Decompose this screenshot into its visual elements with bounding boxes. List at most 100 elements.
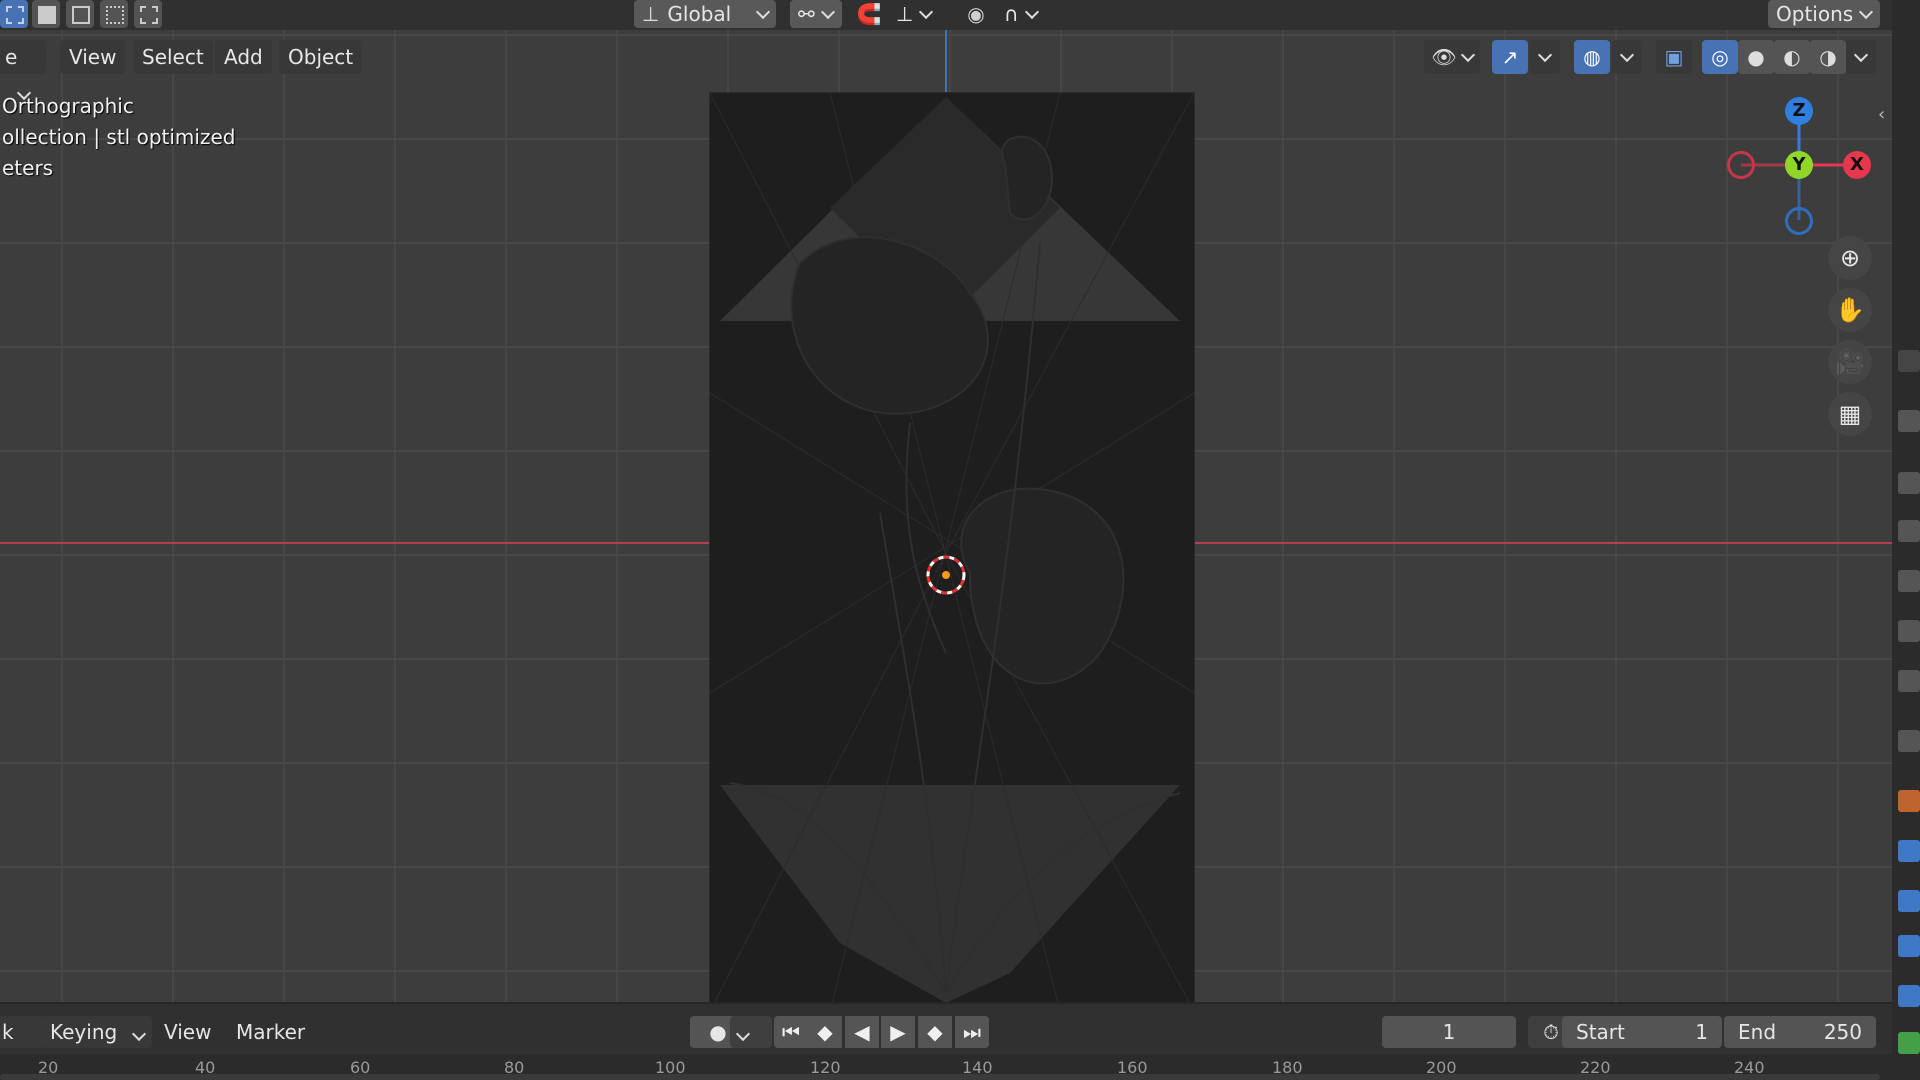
menu-select-label: Select — [142, 45, 204, 69]
xray-icon: ▣ — [1664, 45, 1684, 69]
select-extend-mode-button[interactable] — [32, 0, 60, 28]
transform-orientation-dropdown[interactable]: ⊥ Global — [634, 0, 776, 28]
overlays-toggle-button[interactable]: ◍ — [1574, 40, 1610, 74]
z-label: Z — [1792, 100, 1806, 121]
scene-tab-icon[interactable] — [1898, 570, 1920, 592]
shading-wireframe-button[interactable]: ◎ — [1702, 40, 1738, 74]
collection-tab-icon[interactable] — [1898, 670, 1920, 692]
timeline-scrollbar[interactable] — [0, 1074, 1880, 1080]
snap-toggle-icon[interactable]: 🧲 — [855, 0, 883, 28]
stopwatch-icon: ⏱ — [1543, 1020, 1559, 1044]
keying-dropdown[interactable]: Keying — [42, 1016, 152, 1048]
chevron-down-icon — [919, 4, 934, 19]
gizmo-icon: ↗ — [1501, 45, 1519, 69]
select-intersect-mode-button[interactable] — [134, 0, 162, 28]
world-tab-icon[interactable] — [1898, 620, 1920, 642]
zoom-button[interactable]: ⊕ — [1828, 236, 1872, 280]
proportional-editing-icon[interactable]: ◉ — [962, 0, 990, 28]
chevron-down-icon — [755, 4, 771, 19]
output-tab-icon[interactable] — [1898, 472, 1920, 494]
end-frame-field[interactable]: End 250 — [1724, 1016, 1876, 1048]
menu-select[interactable]: Select — [133, 40, 213, 74]
jump-start-button[interactable]: ⏮ — [774, 1016, 808, 1048]
chevron-down-icon — [1619, 47, 1635, 62]
transform-orientation-label: Global — [667, 2, 732, 26]
mode-selector-dropdown[interactable]: e — [0, 40, 46, 101]
keying-set-dropdown[interactable] — [730, 1016, 772, 1048]
start-value: 1 — [1695, 1020, 1708, 1044]
playback-dropdown[interactable]: k — [0, 1016, 44, 1074]
constraints-tab-icon[interactable] — [1898, 935, 1920, 957]
timeline-ruler[interactable]: 20 40 60 80 100 120 140 160 180 200 220 … — [0, 1054, 1892, 1080]
overlays-dropdown[interactable] — [1612, 40, 1642, 74]
jump-end-icon: ⏭ — [963, 1020, 981, 1044]
view-layer-tab-icon[interactable] — [1898, 520, 1920, 542]
keying-label: Keying — [50, 1020, 118, 1044]
end-value: 250 — [1823, 1020, 1862, 1044]
viewport-header: e View Select Add Object 👁 ↗ ◍ ▣ ◎ ● ◐ ◑ — [0, 30, 1892, 101]
prev-keyframe-icon: ◆ — [817, 1020, 833, 1044]
menu-view-label: View — [69, 45, 117, 69]
render-tab-icon[interactable] — [1898, 410, 1920, 432]
ortho-toggle-button[interactable]: ▦ — [1828, 392, 1872, 436]
zoom-magnifier-icon: ⊕ — [1839, 244, 1861, 272]
data-tab-icon[interactable] — [1898, 985, 1920, 1007]
gizmo-dropdown[interactable] — [1530, 40, 1560, 74]
select-new-mode-button[interactable] — [0, 0, 28, 28]
x-axis-handle[interactable]: X — [1843, 151, 1871, 179]
gizmo-toggle-button[interactable]: ↗ — [1492, 40, 1528, 74]
grid-icon: ▦ — [1838, 400, 1862, 428]
z-axis-handle[interactable]: Z — [1785, 97, 1813, 125]
select-invert-mode-button[interactable] — [100, 0, 128, 28]
visibility-dropdown[interactable]: 👁 — [1424, 40, 1480, 74]
play-reverse-icon: ◀ — [854, 1020, 870, 1044]
start-label: Start — [1576, 1020, 1625, 1044]
timeline-marker-menu[interactable]: Marker — [228, 1016, 313, 1048]
particles-tab-icon[interactable] — [1898, 840, 1920, 862]
current-frame-field[interactable]: 1 — [1382, 1016, 1516, 1048]
camera-icon: 🎥 — [1835, 348, 1865, 376]
3d-viewport[interactable] — [0, 30, 1892, 1002]
y-axis-handle[interactable]: Y — [1785, 151, 1813, 179]
start-frame-field[interactable]: Start 1 — [1562, 1016, 1722, 1048]
playback-label: k — [2, 1020, 14, 1044]
select-subtract-mode-button[interactable] — [66, 0, 94, 28]
chevron-down-icon — [1460, 47, 1475, 62]
options-dropdown[interactable]: Options — [1768, 0, 1880, 28]
neg-x-axis-handle[interactable] — [1727, 151, 1755, 179]
shading-rendered-button[interactable]: ◑ — [1810, 40, 1846, 74]
menu-add[interactable]: Add — [215, 40, 272, 74]
camera-view-button[interactable]: 🎥 — [1828, 340, 1872, 384]
chevron-down-icon — [131, 1026, 146, 1042]
shading-material-button[interactable]: ◐ — [1774, 40, 1810, 74]
xray-toggle-button[interactable]: ▣ — [1656, 40, 1692, 74]
pivot-point-dropdown[interactable]: ⚯ — [790, 0, 842, 28]
play-button[interactable]: ▶ — [881, 1016, 915, 1048]
proportional-falloff-dropdown[interactable]: ∩ — [996, 0, 1052, 28]
neg-z-axis-handle[interactable] — [1785, 207, 1813, 235]
stl-relief-object[interactable] — [709, 92, 1195, 1002]
rendered-sphere-icon: ◑ — [1819, 45, 1837, 69]
jump-end-button[interactable]: ⏭ — [955, 1016, 989, 1048]
pan-button[interactable]: ✋ — [1828, 288, 1872, 332]
shading-dropdown[interactable] — [1846, 40, 1876, 74]
menu-object[interactable]: Object — [279, 40, 363, 74]
units-text: eters — [2, 156, 54, 180]
next-keyframe-button[interactable]: ◆ — [918, 1016, 952, 1048]
end-label: End — [1738, 1020, 1777, 1044]
play-reverse-button[interactable]: ◀ — [845, 1016, 879, 1048]
relief-mesh — [709, 92, 1195, 1002]
timeline-view-menu[interactable]: View — [156, 1016, 219, 1048]
record-dot-icon: ● — [709, 1020, 727, 1044]
menu-view[interactable]: View — [60, 40, 126, 74]
physics-tab-icon[interactable] — [1898, 890, 1920, 912]
tool-tab-icon[interactable] — [1898, 350, 1920, 372]
object-tab-icon[interactable] — [1898, 730, 1920, 752]
modifier-tab-icon[interactable] — [1898, 790, 1920, 812]
shading-solid-button[interactable]: ● — [1738, 40, 1774, 74]
eye-icon: 👁 — [1431, 45, 1457, 69]
snap-target-dropdown[interactable]: ⊥ — [888, 0, 946, 28]
material-tab-icon[interactable] — [1898, 1032, 1920, 1054]
prev-keyframe-button[interactable]: ◆ — [808, 1016, 842, 1048]
current-frame-value: 1 — [1442, 1020, 1456, 1044]
